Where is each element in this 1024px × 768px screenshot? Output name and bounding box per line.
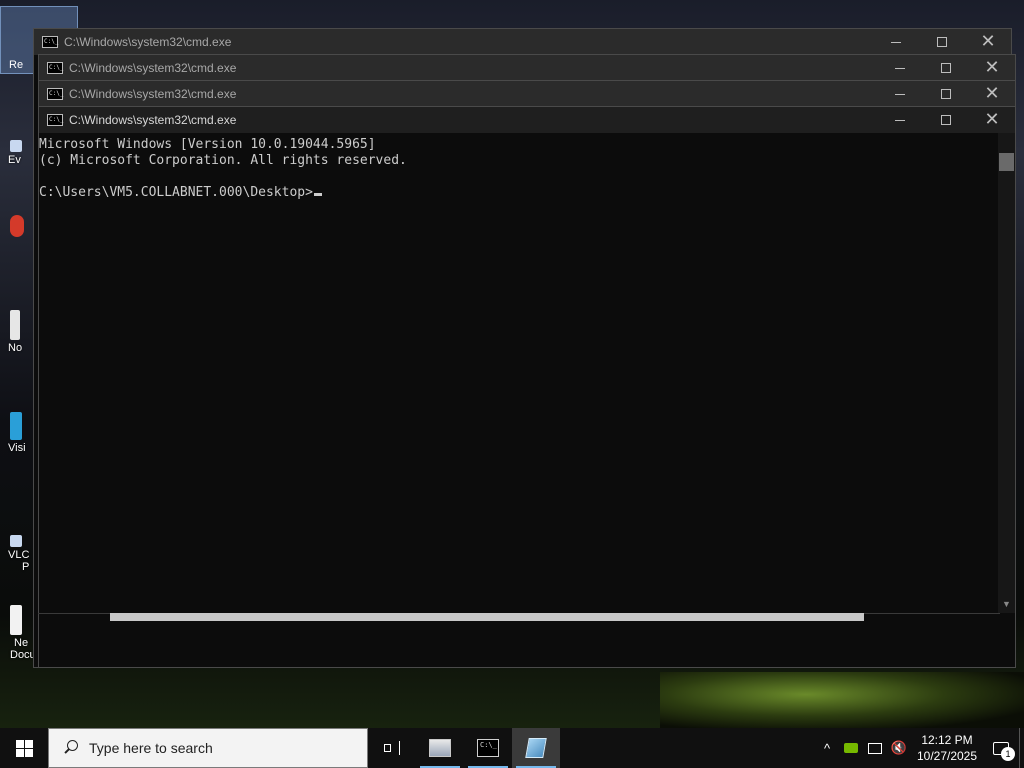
minimize-icon <box>895 119 905 121</box>
window-title: C:\Windows\system32\cmd.exe <box>69 61 237 75</box>
show-desktop-button[interactable] <box>1019 728 1024 768</box>
minimize-button[interactable] <box>877 81 923 107</box>
vertical-scrollbar[interactable]: ▼ <box>998 133 1015 613</box>
visual-studio-icon <box>10 412 22 440</box>
network-button[interactable] <box>863 728 887 768</box>
windows-logo-icon <box>15 739 33 757</box>
network-icon <box>868 742 882 754</box>
volume-button[interactable]: 🔇 <box>887 728 911 768</box>
clock-date: 10/27/2025 <box>916 749 978 763</box>
scrollbar-thumb[interactable] <box>999 153 1014 171</box>
action-center-button[interactable]: 1 <box>983 728 1019 768</box>
notification-badge: 1 <box>1001 747 1015 761</box>
maximize-button[interactable] <box>923 55 969 81</box>
close-button[interactable]: ✕ <box>969 107 1015 133</box>
console-line: Microsoft Windows [Version 10.0.19044.59… <box>39 137 376 152</box>
taskbar-app-notepad[interactable] <box>512 728 560 768</box>
maximize-icon <box>941 63 951 73</box>
cmd-icon: C:\_ <box>47 114 63 126</box>
search-icon <box>63 740 79 756</box>
minimize-button[interactable] <box>873 29 919 55</box>
maximize-button[interactable] <box>923 107 969 133</box>
maximize-icon <box>941 89 951 99</box>
file-explorer-icon <box>429 739 451 757</box>
close-button[interactable]: ✕ <box>969 55 1015 81</box>
text-cursor <box>313 193 322 196</box>
minimize-button[interactable] <box>877 107 923 133</box>
nvidia-icon <box>844 743 858 753</box>
cmd-window-active[interactable]: C:\_ C:\Windows\system32\cmd.exe ✕ Micro… <box>38 106 1016 668</box>
minimize-icon <box>895 93 905 95</box>
window-title: C:\Windows\system32\cmd.exe <box>69 87 237 101</box>
close-icon: ✕ <box>984 109 1000 130</box>
maximize-button[interactable] <box>919 29 965 55</box>
cmd-icon: C:\_ <box>42 36 58 48</box>
document-icon <box>10 605 22 635</box>
wallpaper-glow <box>660 672 1024 728</box>
close-icon: ✕ <box>984 57 1000 78</box>
clock-button[interactable]: 12:12 PM 10/27/2025 <box>911 732 983 764</box>
minimize-button[interactable] <box>877 55 923 81</box>
window-title: C:\Windows\system32\cmd.exe <box>64 35 232 49</box>
taskbar-app-explorer[interactable] <box>416 728 464 768</box>
notepad-icon <box>525 738 547 758</box>
console-line: (c) Microsoft Corporation. All rights re… <box>39 153 407 168</box>
console-prompt: C:\Users\VM5.COLLABNET.000\Desktop> <box>39 185 313 200</box>
nvidia-tray-button[interactable] <box>839 728 863 768</box>
minimize-icon <box>895 67 905 69</box>
desktop-icon-label: Re <box>9 59 24 71</box>
volume-muted-icon: 🔇 <box>890 740 908 755</box>
taskbar: Type here to search C:\_ ^ 🔇 12:12 PM 10… <box>0 728 1024 768</box>
close-icon: ✕ <box>980 31 996 52</box>
console-output[interactable]: Microsoft Windows [Version 10.0.19044.59… <box>39 133 998 613</box>
maximize-icon <box>937 37 947 47</box>
cmd-icon: C:\_ <box>47 62 63 74</box>
vlc-icon <box>10 535 22 547</box>
title-bar[interactable]: C:\_ C:\Windows\system32\cmd.exe ✕ <box>34 29 1011 55</box>
window-title: C:\Windows\system32\cmd.exe <box>69 113 237 127</box>
app-icon <box>10 215 24 237</box>
close-button[interactable]: ✕ <box>965 29 1011 55</box>
search-placeholder: Type here to search <box>89 740 213 756</box>
title-bar[interactable]: C:\_ C:\Windows\system32\cmd.exe ✕ <box>39 107 1015 133</box>
close-button[interactable]: ✕ <box>969 81 1015 107</box>
notepad-icon <box>10 310 20 340</box>
cmd-icon: C:\_ <box>477 739 499 757</box>
scroll-down-arrow-icon[interactable]: ▼ <box>998 597 1015 611</box>
show-hidden-icons-button[interactable]: ^ <box>815 728 839 768</box>
task-view-icon <box>384 741 400 755</box>
horizontal-scrollbar[interactable] <box>110 613 864 621</box>
close-icon: ✕ <box>984 83 1000 104</box>
clock-time: 12:12 PM <box>921 733 973 747</box>
system-tray: ^ 🔇 12:12 PM 10/27/2025 1 <box>815 728 1024 768</box>
search-box[interactable]: Type here to search <box>48 728 368 768</box>
maximize-button[interactable] <box>923 81 969 107</box>
maximize-icon <box>941 115 951 125</box>
taskbar-app-cmd[interactable]: C:\_ <box>464 728 512 768</box>
title-bar[interactable]: C:\_ C:\Windows\system32\cmd.exe ✕ <box>39 55 1015 81</box>
chevron-up-icon: ^ <box>823 740 831 756</box>
task-view-button[interactable] <box>368 728 416 768</box>
event-viewer-icon <box>10 140 22 152</box>
minimize-icon <box>891 41 901 43</box>
start-button[interactable] <box>0 728 48 768</box>
cmd-icon: C:\_ <box>47 88 63 100</box>
title-bar[interactable]: C:\_ C:\Windows\system32\cmd.exe ✕ <box>39 81 1015 107</box>
